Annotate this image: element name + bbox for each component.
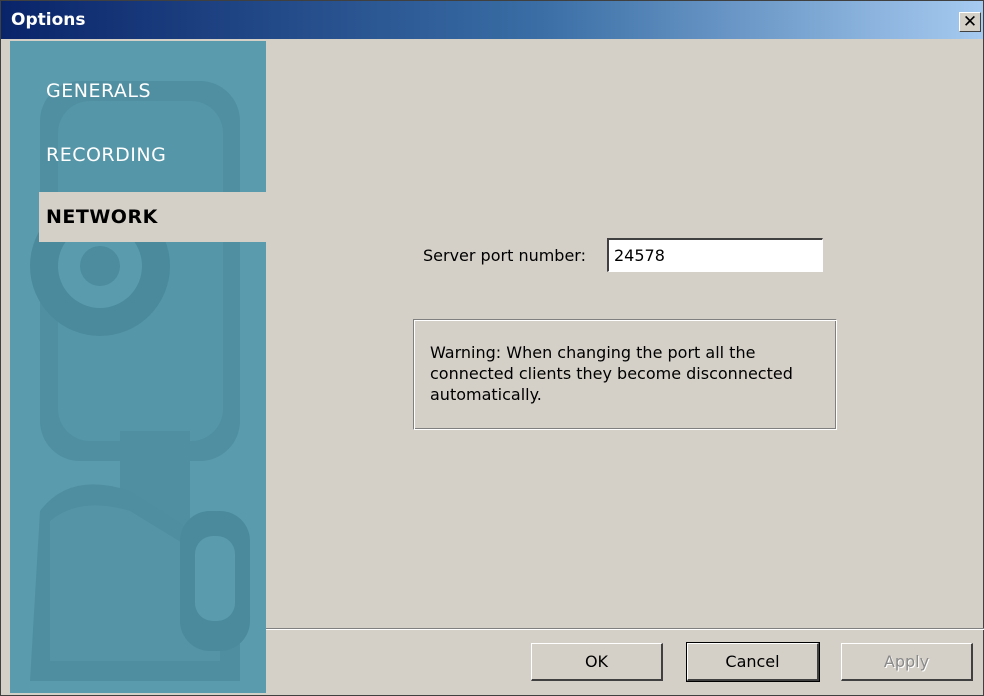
close-button[interactable]: ✕	[959, 12, 981, 32]
sidebar-item-label: GENERALS	[46, 80, 152, 102]
server-port-label: Server port number:	[423, 246, 586, 265]
options-dialog: Options ✕ GENERALS RECORDING NETWORK Ser…	[0, 0, 984, 696]
sidebar-item-label: RECORDING	[46, 144, 167, 166]
window-title: Options	[11, 10, 86, 30]
server-port-input[interactable]	[607, 238, 823, 272]
sidebar-item-network[interactable]: NETWORK	[39, 192, 266, 242]
warning-message: Warning: When changing the port all the …	[413, 319, 837, 430]
apply-button[interactable]: Apply	[841, 643, 973, 681]
ok-button[interactable]: OK	[531, 643, 663, 681]
sidebar-item-label: NETWORK	[46, 206, 158, 228]
sidebar-item-generals[interactable]: GENERALS	[39, 66, 266, 116]
title-bar[interactable]: Options ✕	[1, 1, 983, 39]
sidebar-item-recording[interactable]: RECORDING	[39, 130, 266, 180]
close-icon: ✕	[962, 11, 978, 32]
warning-text: Warning: When changing the port all the …	[430, 343, 793, 404]
cancel-button[interactable]: Cancel	[686, 642, 820, 682]
footer-divider	[266, 628, 984, 630]
sidebar: GENERALS RECORDING NETWORK	[10, 41, 266, 693]
